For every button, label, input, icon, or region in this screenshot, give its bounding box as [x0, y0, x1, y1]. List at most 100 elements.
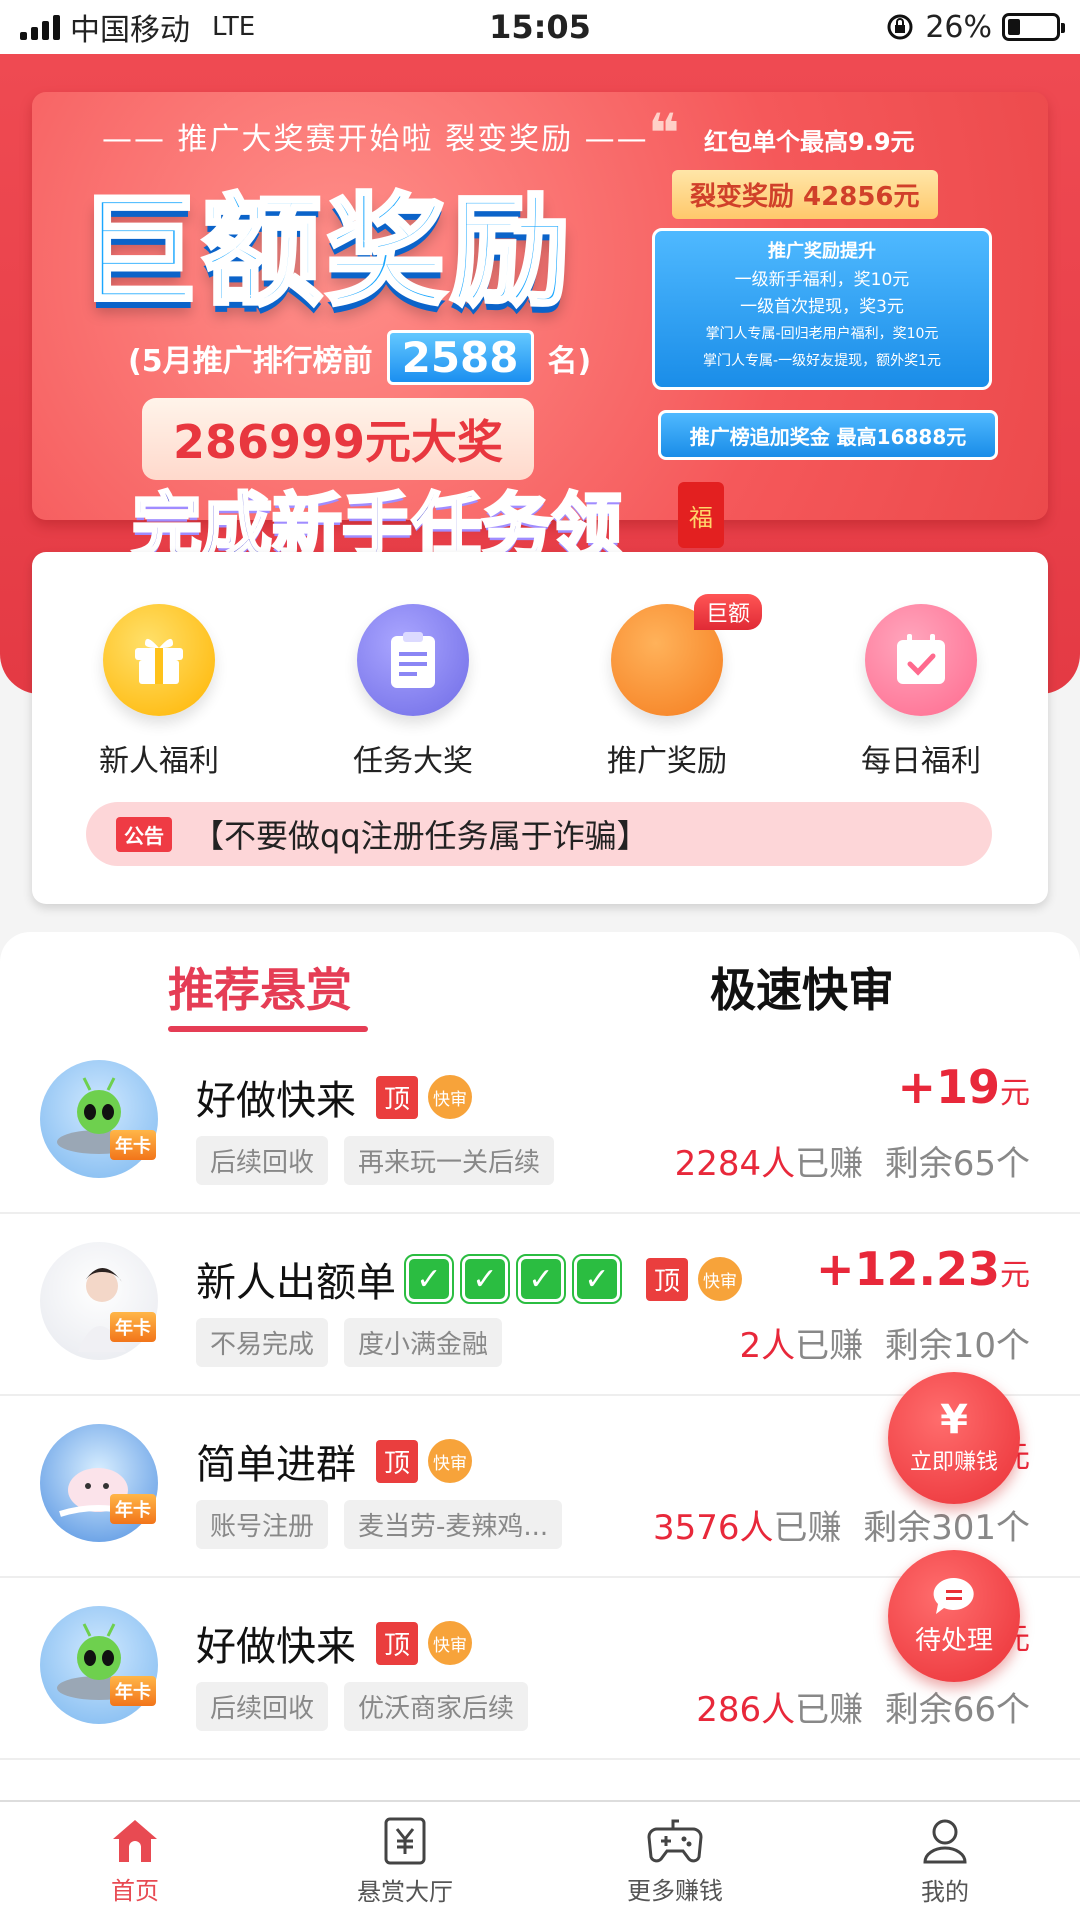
task-chip: 后续回收 [196, 1136, 329, 1185]
fast-review-tag: 快审 [428, 1075, 473, 1119]
nav-mine[interactable]: 我的 [810, 1802, 1080, 1920]
battery-icon [1002, 13, 1065, 41]
task-title-row: 好做快来 顶 快审 [196, 1614, 473, 1672]
remaining-count: 剩余10个 [884, 1326, 1030, 1366]
task-title: 新人出额单 [196, 1260, 396, 1306]
rank-prefix: (5月推广排行榜前 [128, 343, 373, 379]
earned-count: 2284人 [674, 1144, 796, 1184]
hot-badge: 巨额 [694, 594, 763, 630]
user-icon [923, 1819, 967, 1863]
quick-item-daily[interactable]: 每日福利 [794, 604, 1048, 780]
quick-item-label: 任务大奖 [353, 744, 473, 779]
rotation-lock-icon [887, 14, 913, 40]
earned-count: 3576人 [652, 1508, 774, 1548]
task-title-row: 简单进群 顶 快审 [196, 1432, 473, 1490]
chat-bubble-icon [933, 1577, 974, 1614]
task-title-row: 新人出额单 ✓ ✓ ✓ ✓ 顶 快审 [196, 1250, 743, 1308]
task-chip: 再来玩一关后续 [344, 1136, 555, 1185]
notice-tag: 公告 [116, 816, 172, 852]
banner-prize: 286999元大奖 [142, 398, 534, 480]
earned-count: 2人 [739, 1326, 796, 1366]
reward-amount: +19元 [897, 1060, 1030, 1114]
vip-badge: 年卡 [110, 1130, 156, 1160]
task-chip: 账号注册 [196, 1500, 329, 1549]
earned-label: 已赚 [795, 1690, 864, 1730]
status-bar: 中国移动 LTE 15:05 26% [0, 0, 1080, 54]
top-tag: 顶 [376, 1075, 419, 1119]
promo-banner[interactable]: —— 推广大奖赛开始啦 裂变奖励 —— ❝ 巨额奖励 (5月推广排行榜前 258… [32, 92, 1048, 520]
pending-button[interactable]: 待处理 [888, 1550, 1020, 1682]
nav-reward-hall[interactable]: 悬赏大厅 [270, 1802, 540, 1920]
battery-percent: 26% [925, 9, 992, 45]
quick-item-label: 新人福利 [99, 744, 219, 779]
earn-now-label: 立即赚钱 [909, 1450, 998, 1475]
bottom-nav: 首页 悬赏大厅 更多赚钱 我的 [0, 1800, 1080, 1920]
avatar [40, 1242, 158, 1360]
top-tag: 顶 [376, 1439, 419, 1483]
avatar [40, 1060, 158, 1178]
vip-badge: 年卡 [110, 1312, 156, 1342]
task-row[interactable]: 年卡 好做快来 顶 快审 后续回收 再来玩一关后续 +19元 2284人已赚 剩… [0, 1032, 1080, 1214]
panel-line: 一级新手福利，奖10元 [734, 270, 910, 290]
earned-label: 已赚 [795, 1144, 864, 1184]
red-envelope-icon: 福 [678, 482, 724, 548]
tab-fast-review[interactable]: 极速快审 [710, 954, 894, 1020]
fast-review-tag: 快审 [428, 1621, 473, 1665]
quick-menu-card: 新人福利 任务大奖 巨额 推广奖励 每日福利 公告 【不要做qq注册任务属于诈骗… [32, 552, 1048, 904]
check-icon: ✓ [572, 1254, 622, 1304]
task-chip: 后续回收 [196, 1682, 329, 1731]
carrier: 中国移动 [70, 13, 190, 48]
remaining-count: 剩余301个 [863, 1508, 1030, 1548]
gift-icon [103, 604, 215, 716]
calendar-icon [865, 604, 977, 716]
panel-title: 推广奖励提升 [768, 241, 876, 262]
task-chip: 不易完成 [196, 1318, 329, 1367]
panel-line: 掌门人专属-回归老用户福利，奖10元 [705, 326, 939, 342]
earn-now-button[interactable]: ¥ 立即赚钱 [888, 1372, 1020, 1504]
panel-bottom: 推广榜追加奖金 最高16888元 [658, 410, 998, 460]
task-title-row: 好做快来 顶 快审 [196, 1068, 473, 1126]
fission-reward: 裂变奖励 42856元 [672, 170, 938, 219]
notice-text: 【不要做qq注册任务属于诈骗】 [192, 817, 649, 855]
check-icon: ✓ [404, 1254, 454, 1304]
reward-panel: 推广奖励提升 一级新手福利，奖10元 一级首次提现，奖3元 掌门人专属-回归老用… [652, 228, 992, 390]
reward-value: 19 [935, 1060, 1000, 1114]
quick-item-task-prize[interactable]: 任务大奖 [286, 604, 540, 780]
task-row[interactable]: 年卡 新人出额单 ✓ ✓ ✓ ✓ 顶 快审 不易完成 度小满金融 +12.23元… [0, 1214, 1080, 1396]
quick-item-newbie[interactable]: 新人福利 [32, 604, 286, 780]
top-tag: 顶 [376, 1621, 419, 1665]
quick-item-label: 每日福利 [861, 744, 981, 779]
notice-bar[interactable]: 公告 【不要做qq注册任务属于诈骗】 [86, 802, 992, 866]
avatar [40, 1424, 158, 1542]
task-stats: 2284人已赚 剩余65个 [675, 1136, 1030, 1185]
task-stats: 2人已赚 剩余10个 [739, 1318, 1030, 1367]
task-chip: 优沃商家后续 [344, 1682, 529, 1731]
gamepad-icon [647, 1819, 703, 1862]
reward-value: 12.23 [854, 1242, 1000, 1296]
banner-topline: —— 推广大奖赛开始啦 裂变奖励 —— [102, 122, 649, 157]
clipboard-icon [357, 604, 469, 716]
remaining-count: 剩余65个 [884, 1144, 1030, 1184]
quick-item-promotion[interactable]: 巨额 推广奖励 [540, 594, 794, 780]
panel-line: 一级首次提现，奖3元 [740, 297, 904, 317]
vip-badge: 年卡 [110, 1494, 156, 1524]
reward-unit: 元 [1000, 1076, 1030, 1111]
reward-sign: + [897, 1060, 936, 1114]
task-chip: 度小满金融 [344, 1318, 503, 1367]
top-tag: 顶 [646, 1257, 689, 1301]
tab-recommended[interactable]: 推荐悬赏 [168, 954, 352, 1020]
reward-unit: 元 [1000, 1258, 1030, 1293]
nav-label: 悬赏大厅 [357, 1877, 453, 1906]
check-icon: ✓ [516, 1254, 566, 1304]
nav-home[interactable]: 首页 [0, 1802, 270, 1920]
redpacket-text: 红包单个最高9.9元 [704, 128, 915, 156]
nav-more-earn[interactable]: 更多赚钱 [540, 1802, 810, 1920]
yuan-icon: ¥ [940, 1397, 968, 1443]
yuan-doc-icon [384, 1817, 426, 1864]
task-title: 简单进群 [196, 1442, 356, 1488]
nav-label: 首页 [111, 1876, 159, 1905]
earned-count: 286人 [696, 1690, 796, 1730]
tabs: 推荐悬赏 极速快审 [0, 932, 1080, 1032]
remaining-count: 剩余66个 [884, 1690, 1030, 1730]
nav-label: 我的 [921, 1877, 969, 1906]
